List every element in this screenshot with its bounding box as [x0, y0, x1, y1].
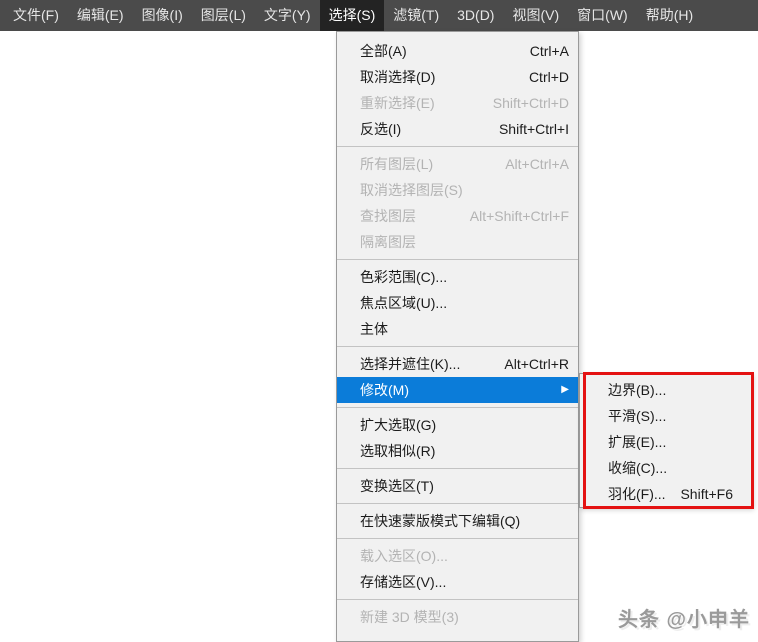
menubar-item-type[interactable]: 文字(Y) — [255, 0, 320, 31]
menu-item-label: 扩展(E)... — [608, 434, 667, 450]
menu-item-label: 修改(M) — [360, 382, 409, 398]
menu-item-label: 重新选择(E) — [360, 95, 435, 111]
menubar-item-3d[interactable]: 3D(D) — [448, 0, 503, 31]
menu-item-modify[interactable]: 修改(M) ▶ — [337, 377, 578, 403]
menu-item-reselect: 重新选择(E) Shift+Ctrl+D — [337, 90, 578, 116]
menu-item-label: 取消选择图层(S) — [360, 182, 463, 198]
menu-bar: 文件(F) 编辑(E) 图像(I) 图层(L) 文字(Y) 选择(S) 滤镜(T… — [0, 0, 758, 31]
menu-item-label: 平滑(S)... — [608, 408, 667, 424]
menu-item-label: 隔离图层 — [360, 234, 416, 250]
select-menu-dropdown: 全部(A) Ctrl+A 取消选择(D) Ctrl+D 重新选择(E) Shif… — [336, 31, 579, 642]
menu-item-label: 所有图层(L) — [360, 156, 434, 172]
menu-item-label: 边界(B)... — [608, 382, 667, 398]
menu-item-label: 扩大选取(G) — [360, 417, 437, 433]
menu-separator — [337, 503, 578, 504]
menu-item-select-all[interactable]: 全部(A) Ctrl+A — [337, 38, 578, 64]
menu-item-isolate-layers: 隔离图层 — [337, 229, 578, 255]
menu-item-label: 查找图层 — [360, 208, 416, 224]
submenu-item-smooth[interactable]: 平滑(S)... — [580, 403, 751, 429]
menu-separator — [337, 599, 578, 600]
menubar-item-edit[interactable]: 编辑(E) — [68, 0, 133, 31]
menu-item-label: 色彩范围(C)... — [360, 269, 448, 285]
menu-item-inverse[interactable]: 反选(I) Shift+Ctrl+I — [337, 116, 578, 142]
menu-item-new-3d-extrusion: 新建 3D 模型(3) — [337, 604, 578, 630]
menu-item-similar[interactable]: 选取相似(R) — [337, 438, 578, 464]
menu-item-find-layers: 查找图层 Alt+Shift+Ctrl+F — [337, 203, 578, 229]
submenu-arrow-icon: ▶ — [561, 384, 569, 395]
menu-item-shortcut: Alt+Shift+Ctrl+F — [469, 208, 569, 224]
menu-separator — [337, 346, 578, 347]
menu-item-color-range[interactable]: 色彩范围(C)... — [337, 264, 578, 290]
menu-item-grow[interactable]: 扩大选取(G) — [337, 412, 578, 438]
menubar-item-help[interactable]: 帮助(H) — [637, 0, 702, 31]
menu-separator — [337, 407, 578, 408]
menu-item-label: 新建 3D 模型(3) — [360, 609, 459, 625]
menubar-item-window[interactable]: 窗口(W) — [568, 0, 637, 31]
menu-item-shortcut: Shift+F6 — [680, 486, 733, 502]
menu-item-deselect-layers: 取消选择图层(S) — [337, 177, 578, 203]
menu-item-label: 羽化(F)... — [608, 486, 666, 502]
menu-item-shortcut: Shift+Ctrl+D — [492, 95, 569, 111]
submenu-item-border[interactable]: 边界(B)... — [580, 377, 751, 403]
menu-separator — [337, 259, 578, 260]
menu-item-edit-in-quick-mask[interactable]: 在快速蒙版模式下编辑(Q) — [337, 508, 578, 534]
submenu-item-contract[interactable]: 收缩(C)... — [580, 455, 751, 481]
menu-item-load-selection: 载入选区(O)... — [337, 543, 578, 569]
menu-item-save-selection[interactable]: 存储选区(V)... — [337, 569, 578, 595]
menu-item-all-layers: 所有图层(L) Alt+Ctrl+A — [337, 151, 578, 177]
submenu-item-feather[interactable]: 羽化(F)... Shift+F6 — [580, 481, 751, 507]
menu-item-label: 存储选区(V)... — [360, 574, 447, 590]
menu-item-shortcut: Alt+Ctrl+A — [505, 156, 569, 172]
menu-item-label: 选择并遮住(K)... — [360, 356, 461, 372]
menu-item-shortcut: Shift+Ctrl+I — [498, 121, 569, 137]
menu-separator — [337, 538, 578, 539]
menu-item-subject[interactable]: 主体 — [337, 316, 578, 342]
menubar-item-filter[interactable]: 滤镜(T) — [384, 0, 448, 31]
menu-item-label: 收缩(C)... — [608, 460, 668, 476]
menu-separator — [337, 146, 578, 147]
menu-item-label: 焦点区域(U)... — [360, 295, 448, 311]
menu-item-shortcut: Ctrl+D — [528, 69, 569, 85]
menu-item-transform-selection[interactable]: 变换选区(T) — [337, 473, 578, 499]
menu-separator — [337, 468, 578, 469]
submenu-item-expand[interactable]: 扩展(E)... — [580, 429, 751, 455]
menu-item-label: 全部(A) — [360, 43, 407, 59]
menu-item-label: 变换选区(T) — [360, 478, 434, 494]
menu-item-label: 在快速蒙版模式下编辑(Q) — [360, 513, 521, 529]
menu-item-deselect[interactable]: 取消选择(D) Ctrl+D — [337, 64, 578, 90]
modify-submenu: 边界(B)... 平滑(S)... 扩展(E)... 收缩(C)... 羽化(F… — [579, 373, 752, 508]
menu-item-label: 载入选区(O)... — [360, 548, 448, 564]
watermark: 头条 @小申羊 — [617, 609, 750, 631]
menu-item-select-and-mask[interactable]: 选择并遮住(K)... Alt+Ctrl+R — [337, 351, 578, 377]
menubar-item-file[interactable]: 文件(F) — [4, 0, 68, 31]
menu-item-shortcut: Alt+Ctrl+R — [504, 356, 569, 372]
menu-item-shortcut: Ctrl+A — [529, 43, 569, 59]
menu-item-focus-area[interactable]: 焦点区域(U)... — [337, 290, 578, 316]
menu-item-label: 取消选择(D) — [360, 69, 436, 85]
menu-item-label: 选取相似(R) — [360, 443, 436, 459]
menubar-item-layer[interactable]: 图层(L) — [192, 0, 255, 31]
menubar-item-select[interactable]: 选择(S) — [319, 0, 385, 31]
menubar-item-image[interactable]: 图像(I) — [133, 0, 192, 31]
menubar-item-view[interactable]: 视图(V) — [503, 0, 568, 31]
menu-item-label: 反选(I) — [360, 121, 402, 137]
menu-item-label: 主体 — [360, 321, 388, 337]
